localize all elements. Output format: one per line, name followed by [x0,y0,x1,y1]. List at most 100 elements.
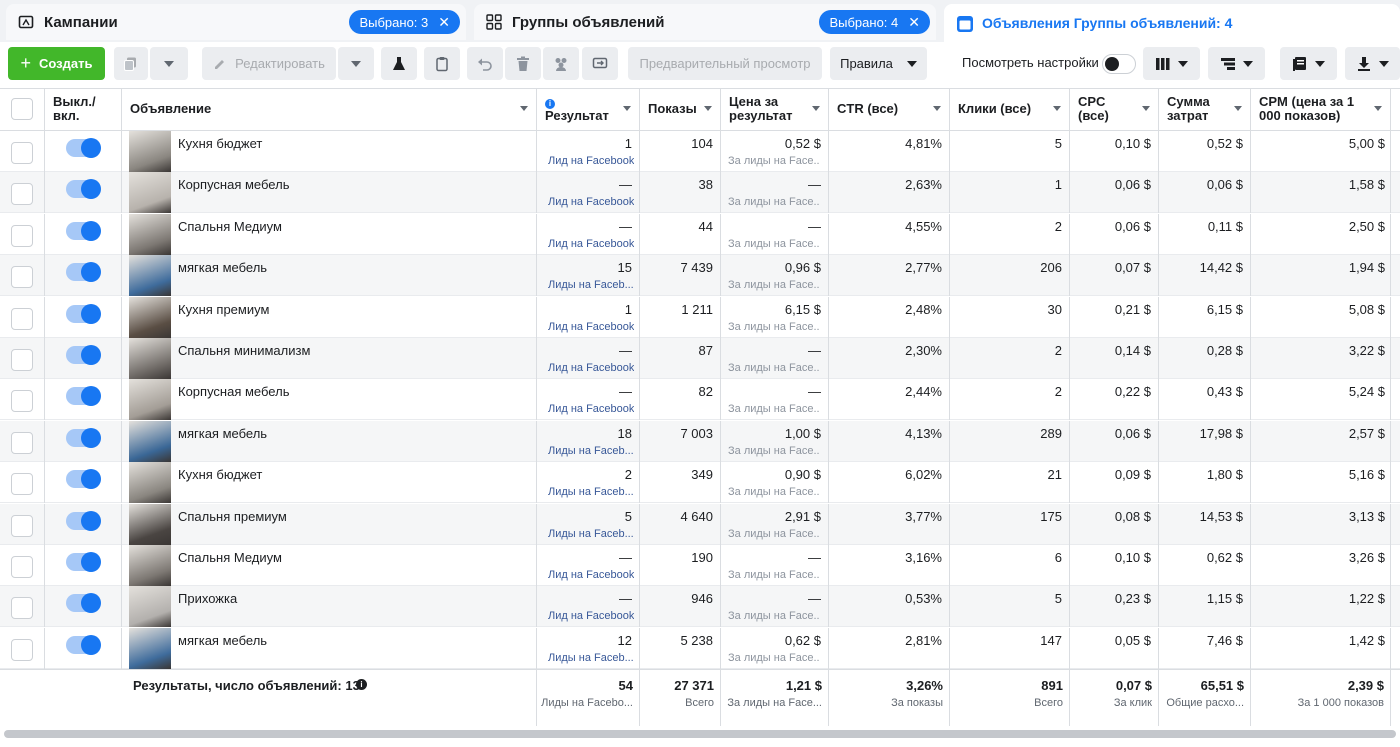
ad-thumbnail[interactable] [129,420,171,462]
row-checkbox[interactable] [11,349,33,371]
ab-test-button[interactable] [381,47,417,80]
ad-thumbnail[interactable] [129,462,171,504]
edit-button[interactable]: Редактировать [202,47,336,80]
clipboard-button[interactable] [424,47,460,80]
ad-status-toggle[interactable] [66,552,101,572]
table-row[interactable]: мягкая мебель 15 Лиды на Faceb... 7 439 0,96… [0,255,1400,297]
row-checkbox[interactable] [11,514,33,537]
view-settings-toggle[interactable] [1102,54,1136,74]
table-row[interactable]: мягкая мебель 12 Лиды на Faceb... 5 238 0,62… [0,627,1400,669]
ad-name-link[interactable]: мягкая мебель [178,633,267,648]
ad-name-link[interactable]: мягкая мебель [178,426,267,441]
row-checkbox[interactable] [11,556,33,578]
ad-thumbnail[interactable] [129,379,171,421]
col-cpc[interactable]: CPC (все) [1070,89,1159,131]
ad-name-link[interactable]: Спальня Медиум [178,219,282,234]
reports-button[interactable] [1280,47,1337,80]
ad-status-toggle[interactable] [66,469,101,490]
ad-thumbnail[interactable] [129,172,171,214]
ad-status-toggle[interactable] [66,593,101,614]
close-icon[interactable]: ✕ [438,14,450,31]
ad-name-link[interactable]: Корпусная мебель [178,177,289,192]
row-checkbox[interactable] [11,431,33,454]
ad-name-link[interactable]: Спальня минимализм [178,343,310,358]
table-row[interactable]: Спальня Медиум — Лид на Facebook 190 — За лид… [0,545,1400,586]
table-row[interactable]: Кухня бюджет 2 Лиды на Faceb... 349 0,90 $ За… [0,462,1400,504]
col-cost-per-result[interactable]: Цена за результат [721,89,829,131]
col-spend[interactable]: Сумма затрат [1159,89,1251,131]
table-row[interactable]: Кухня премиум 1 Лид на Facebook 1 211 6,15 $… [0,296,1400,338]
ad-thumbnail[interactable] [129,255,171,297]
ad-status-toggle[interactable] [66,138,101,158]
ad-thumbnail[interactable] [129,586,171,628]
row-checkbox[interactable] [11,473,33,496]
table-row[interactable]: мягкая мебель 18 Лиды на Faceb... 7 003 1,00… [0,420,1400,462]
table-row[interactable]: Корпусная мебель — Лид на Facebook 82 — За ли… [0,379,1400,421]
duplicate-dropdown[interactable] [150,47,188,80]
table-row[interactable]: Спальня минимализм — Лид на Facebook 87 — За … [0,338,1400,379]
ad-name-link[interactable]: Кухня бюджет [178,467,262,482]
ad-status-toggle[interactable] [66,427,101,448]
table-row[interactable]: Спальня Медиум — Лид на Facebook 44 — За лиды… [0,213,1400,255]
create-button[interactable]: + Создать [8,47,105,80]
col-toggle[interactable]: Выкл./ вкл. [45,89,122,131]
col-cpm[interactable]: CPM (цена за 1 000 показов) [1251,89,1391,131]
table-row[interactable]: Кухня бюджет 1 Лид на Facebook 104 0,52 $ За … [0,131,1400,172]
ad-name-link[interactable]: Прихожка [178,591,237,606]
ad-status-toggle[interactable] [66,510,101,531]
table-row[interactable]: Прихожка — Лид на Facebook 946 — За лиды на F… [0,586,1400,628]
breakdown-button[interactable] [1208,47,1265,80]
col-impressions[interactable]: Показы [640,89,721,131]
columns-button[interactable] [1143,47,1200,80]
duplicate-button[interactable] [114,47,148,80]
row-checkbox[interactable] [11,638,33,661]
col-result[interactable]: i Результат [537,89,640,131]
ad-thumbnail[interactable] [129,503,171,545]
row-checkbox[interactable] [11,183,33,206]
table-row[interactable]: Спальня премиум 5 Лиды на Faceb... 4 640 2,9… [0,503,1400,545]
info-icon[interactable]: i [356,679,367,690]
tab-campaigns[interactable]: Кампании Выбрано: 3 ✕ [6,4,466,40]
ad-thumbnail[interactable] [129,627,171,669]
row-checkbox[interactable] [11,266,33,289]
audience-button[interactable] [543,47,579,80]
ad-thumbnail[interactable] [129,545,171,586]
row-checkbox[interactable] [11,307,33,330]
undo-button[interactable] [467,47,503,80]
ad-status-toggle[interactable] [66,345,101,365]
ad-name-link[interactable]: Спальня премиум [178,509,287,524]
row-checkbox[interactable] [11,390,33,413]
col-clicks[interactable]: Клики (все) [950,89,1070,131]
row-checkbox[interactable] [11,142,33,164]
row-checkbox[interactable] [11,597,33,620]
select-all-checkbox[interactable] [11,98,33,120]
export-button[interactable] [1345,47,1400,80]
edit-dropdown[interactable] [338,47,374,80]
ad-name-link[interactable]: мягкая мебель [178,260,267,275]
ad-status-toggle[interactable] [66,262,101,283]
tab-ads[interactable]: Объявления Группы объявлений: 4 [944,4,1400,42]
ad-thumbnail[interactable] [129,131,171,172]
ad-status-toggle[interactable] [66,634,101,655]
ad-thumbnail[interactable] [129,213,171,255]
col-ad[interactable]: Объявление [122,89,537,131]
adsets-selected-pill[interactable]: Выбрано: 4 ✕ [819,10,930,34]
campaigns-selected-pill[interactable]: Выбрано: 3 ✕ [349,10,460,34]
ad-thumbnail[interactable] [129,296,171,338]
ad-thumbnail[interactable] [129,338,171,379]
ad-name-link[interactable]: Спальня Медиум [178,550,282,565]
ad-name-link[interactable]: Корпусная мебель [178,384,289,399]
col-ctr[interactable]: CTR (все) [829,89,950,131]
close-icon[interactable]: ✕ [908,14,920,31]
ad-status-toggle[interactable] [66,220,101,241]
ad-status-toggle[interactable] [66,386,101,407]
rules-dropdown[interactable]: Правила [830,47,927,80]
tab-adsets[interactable]: Группы объявлений Выбрано: 4 ✕ [474,4,936,40]
preview-button[interactable]: Предварительный просмотр [628,47,822,80]
ad-status-toggle[interactable] [66,179,101,200]
horizontal-scrollbar[interactable] [4,730,1396,738]
table-row[interactable]: Корпусная мебель — Лид на Facebook 38 — За ли… [0,172,1400,214]
ad-name-link[interactable]: Кухня премиум [178,302,269,317]
row-checkbox[interactable] [11,224,33,247]
delete-button[interactable] [505,47,541,80]
